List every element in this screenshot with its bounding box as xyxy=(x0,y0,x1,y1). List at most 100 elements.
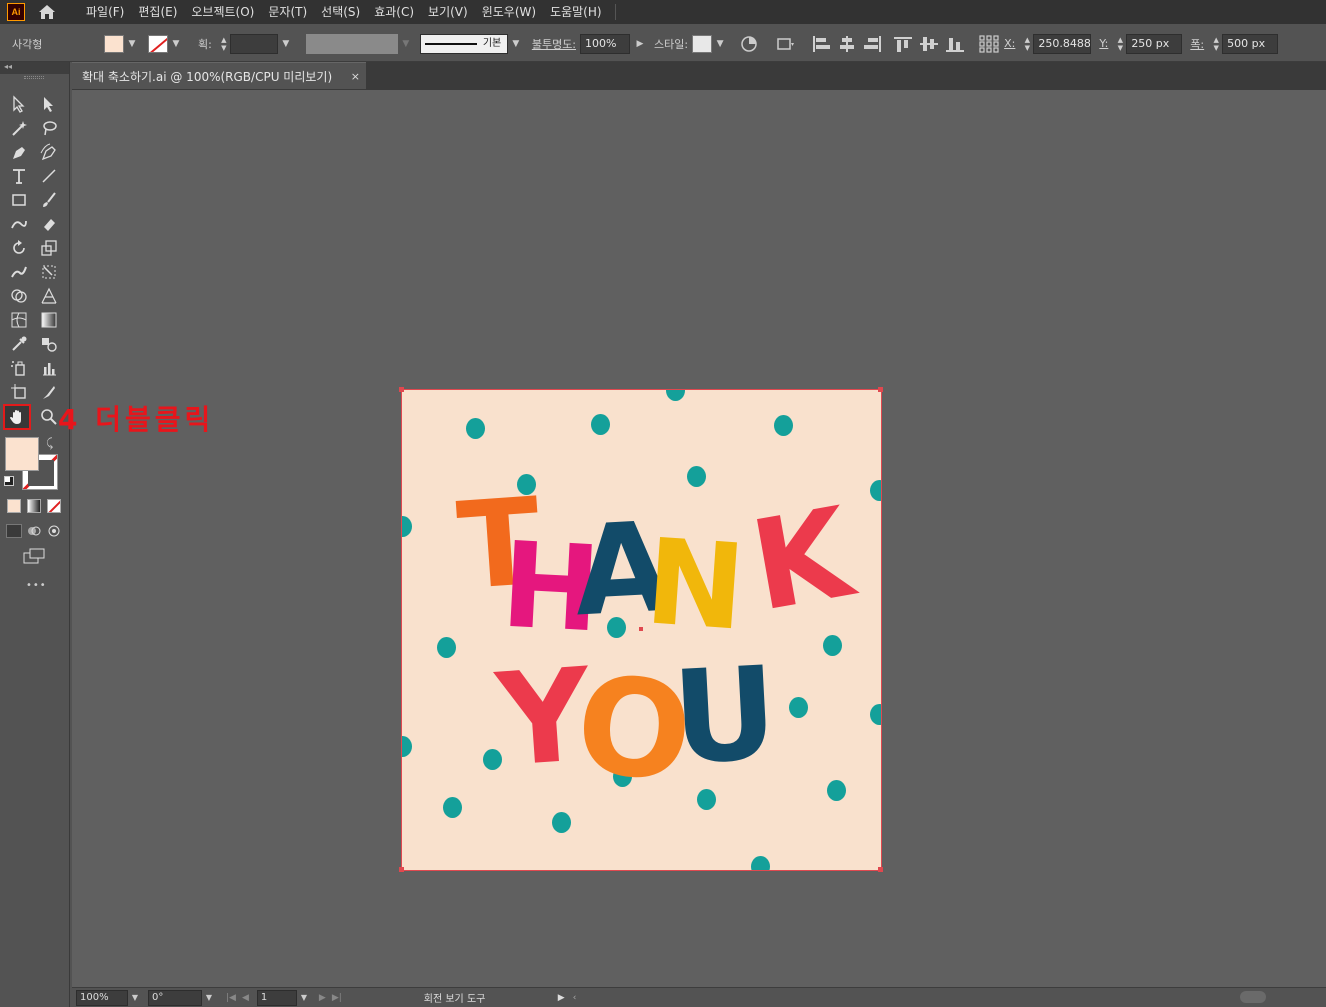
stroke-weight-dropdown-icon[interactable]: ▼ xyxy=(278,35,294,53)
warp-tool-icon[interactable] xyxy=(7,261,31,283)
mesh-tool-icon[interactable] xyxy=(7,309,31,331)
zoom-level-input[interactable]: 100% xyxy=(76,989,128,1006)
column-graph-tool-icon[interactable] xyxy=(37,357,61,379)
line-segment-tool-icon[interactable] xyxy=(37,165,61,187)
x-stepper[interactable]: ▲ ▼ xyxy=(1021,34,1033,54)
stroke-weight-input[interactable] xyxy=(229,33,278,54)
eraser-tool-icon[interactable] xyxy=(37,213,61,235)
brush-dropdown-icon[interactable]: ▼ xyxy=(508,35,524,53)
first-artboard-icon[interactable]: |◀ xyxy=(226,993,236,1003)
artboard[interactable]: T H A N K Y O U xyxy=(401,389,882,871)
rotation-input[interactable]: 0° xyxy=(148,989,202,1006)
free-transform-tool-icon[interactable] xyxy=(37,261,61,283)
gradient-mode-icon[interactable] xyxy=(27,499,41,513)
default-fill-stroke-icon[interactable] xyxy=(4,476,14,486)
width-stepper[interactable]: ▲ ▼ xyxy=(1210,34,1222,54)
variable-width-profile[interactable] xyxy=(305,33,398,54)
artboard-number-input[interactable]: 1 xyxy=(256,989,297,1006)
brush-definition[interactable]: 기본 xyxy=(419,33,508,54)
style-dropdown-icon[interactable]: ▼ xyxy=(712,35,728,53)
menu-edit[interactable]: 편집(E) xyxy=(131,0,184,24)
scroll-left-icon[interactable]: ‹ xyxy=(573,993,577,1003)
close-tab-icon[interactable]: × xyxy=(351,70,360,83)
none-mode-icon[interactable] xyxy=(47,499,61,513)
last-artboard-icon[interactable]: ▶| xyxy=(332,993,342,1003)
draw-inside-icon[interactable] xyxy=(47,524,61,538)
shaper-tool-icon[interactable] xyxy=(7,213,31,235)
direct-selection-tool-icon[interactable] xyxy=(37,93,61,115)
fill-dropdown-icon[interactable]: ▼ xyxy=(124,35,140,53)
align-left-icon[interactable] xyxy=(810,34,832,54)
eyedropper-tool-icon[interactable] xyxy=(7,333,31,355)
shape-builder-tool-icon[interactable] xyxy=(7,285,31,307)
draw-normal-icon[interactable] xyxy=(6,524,22,538)
paintbrush-tool-icon[interactable] xyxy=(37,189,61,211)
color-mode-icon[interactable] xyxy=(7,499,21,513)
x-input[interactable]: 250.8488 p xyxy=(1033,33,1092,54)
edit-toolbar-icon[interactable]: ••• xyxy=(26,580,47,591)
width-input[interactable]: 500 px xyxy=(1222,33,1279,54)
blend-tool-icon[interactable] xyxy=(37,333,61,355)
panel-grip[interactable] xyxy=(24,76,44,79)
screen-mode-icon[interactable] xyxy=(23,548,45,564)
scale-tool-icon[interactable] xyxy=(37,237,61,259)
transform-icon[interactable] xyxy=(774,34,796,54)
align-bottom-icon[interactable] xyxy=(944,34,966,54)
selection-handle[interactable] xyxy=(878,387,883,392)
home-icon[interactable] xyxy=(37,3,57,21)
draw-behind-icon[interactable] xyxy=(27,524,41,538)
recolor-icon[interactable] xyxy=(738,34,760,54)
swap-fill-stroke-icon[interactable]: ⤹ xyxy=(46,436,53,451)
stroke-swatch[interactable] xyxy=(148,34,168,53)
opacity-arrow-icon[interactable]: ▶ xyxy=(632,35,648,53)
reference-point-icon[interactable] xyxy=(978,34,1000,54)
fill-color-swatch[interactable] xyxy=(5,437,39,471)
selection-handle[interactable] xyxy=(399,387,404,392)
gradient-tool-icon[interactable] xyxy=(37,309,61,331)
menu-window[interactable]: 윈도우(W) xyxy=(475,0,543,24)
symbol-sprayer-tool-icon[interactable] xyxy=(7,357,31,379)
opacity-label[interactable]: 불투명도: xyxy=(532,36,576,52)
menu-view[interactable]: 보기(V) xyxy=(421,0,475,24)
align-right-icon[interactable] xyxy=(862,34,884,54)
menu-effect[interactable]: 효과(C) xyxy=(367,0,421,24)
y-stepper[interactable]: ▲ ▼ xyxy=(1114,34,1126,54)
stroke-weight-stepper[interactable]: ▲ ▼ xyxy=(218,34,230,54)
perspective-grid-tool-icon[interactable] xyxy=(37,285,61,307)
rectangle-tool-icon[interactable] xyxy=(7,189,31,211)
selection-handle[interactable] xyxy=(878,867,883,872)
rotate-tool-icon[interactable] xyxy=(7,237,31,259)
hand-tool-icon[interactable] xyxy=(3,404,31,430)
status-menu-icon[interactable]: ▶ xyxy=(558,993,565,1003)
document-tab[interactable]: 확대 축소하기.ai @ 100%(RGB/CPU 미리보기) × xyxy=(72,62,366,89)
menu-file[interactable]: 파일(F) xyxy=(79,0,131,24)
y-input[interactable]: 250 px xyxy=(1126,33,1183,54)
selection-tool-icon[interactable] xyxy=(7,93,31,115)
menu-object[interactable]: 오브젝트(O) xyxy=(184,0,261,24)
stroke-dropdown-icon[interactable]: ▼ xyxy=(168,35,184,53)
curvature-tool-icon[interactable] xyxy=(37,141,61,163)
next-artboard-icon[interactable]: ▶ xyxy=(319,993,326,1003)
artboard-tool-icon[interactable] xyxy=(7,381,31,403)
align-center-icon[interactable] xyxy=(836,34,858,54)
type-tool-icon[interactable] xyxy=(7,165,31,187)
menu-help[interactable]: 도움말(H) xyxy=(543,0,609,24)
menu-type[interactable]: 문자(T) xyxy=(261,0,314,24)
horizontal-scrollbar-thumb[interactable] xyxy=(1240,991,1266,1003)
prev-artboard-icon[interactable]: ◀ xyxy=(242,993,249,1003)
graphic-style-swatch[interactable] xyxy=(692,34,713,53)
fill-swatch[interactable] xyxy=(104,34,124,53)
canvas-area[interactable]: T H A N K Y O U xyxy=(72,90,1326,987)
menu-select[interactable]: 선택(S) xyxy=(314,0,367,24)
opacity-input[interactable]: 100% xyxy=(580,33,631,54)
panel-collapse-icon[interactable]: ◂◂ xyxy=(0,62,69,74)
pen-tool-icon[interactable] xyxy=(7,141,31,163)
align-middle-icon[interactable] xyxy=(918,34,940,54)
selection-handle[interactable] xyxy=(399,867,404,872)
rotation-dropdown-icon[interactable]: ▼ xyxy=(202,993,216,1002)
profile-dropdown-icon[interactable]: ▼ xyxy=(398,35,414,53)
zoom-dropdown-icon[interactable]: ▼ xyxy=(128,993,142,1002)
artboard-dropdown-icon[interactable]: ▼ xyxy=(297,993,311,1002)
lasso-tool-icon[interactable] xyxy=(37,117,61,139)
align-top-icon[interactable] xyxy=(892,34,914,54)
